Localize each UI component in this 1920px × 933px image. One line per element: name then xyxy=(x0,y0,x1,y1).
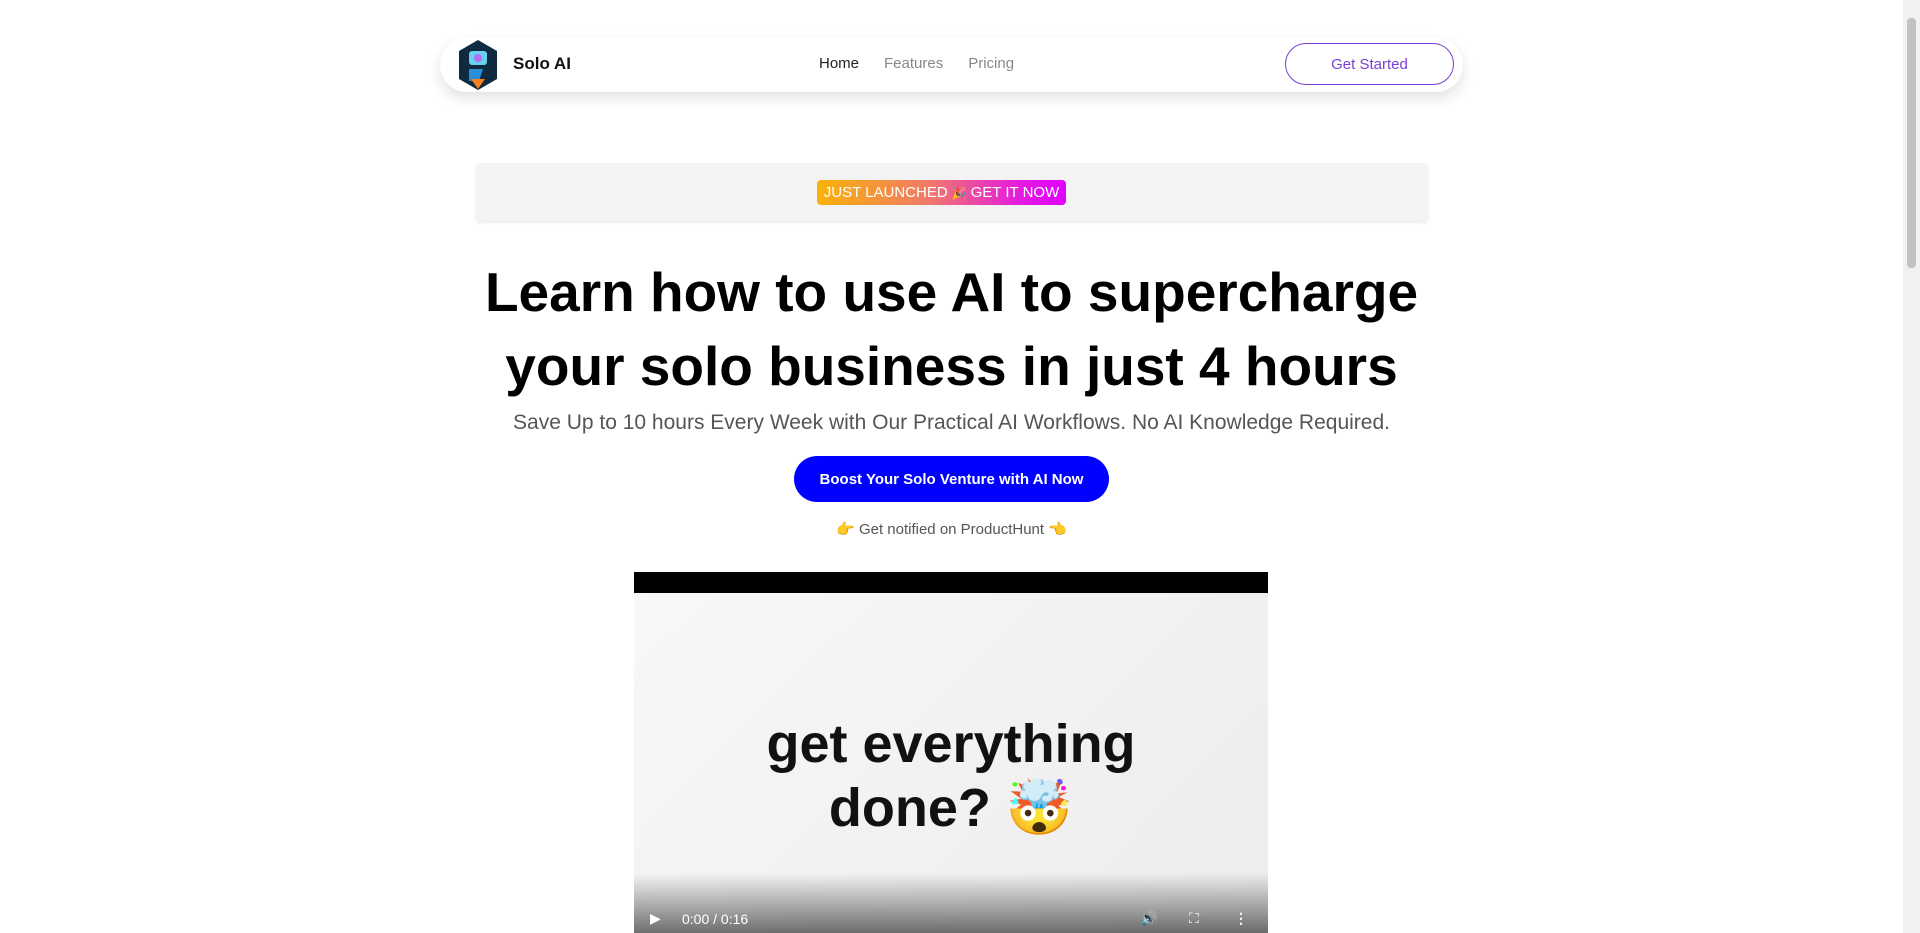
pointing-left-icon: 👈 xyxy=(1048,521,1067,538)
launch-banner: JUST LAUNCHED 🎉 GET IT NOW xyxy=(476,163,1428,221)
nav-link-pricing[interactable]: Pricing xyxy=(968,55,1014,72)
video-time: 0:00 / 0:16 xyxy=(682,911,749,927)
party-popper-icon: 🎉 xyxy=(951,185,967,200)
boost-cta-button[interactable]: Boost Your Solo Venture with AI Now xyxy=(794,456,1109,502)
launch-badge[interactable]: JUST LAUNCHED 🎉 GET IT NOW xyxy=(817,180,1066,205)
caption-line2: done? 🤯 xyxy=(828,778,1074,838)
nav-link-home[interactable]: Home xyxy=(819,55,859,72)
volume-icon[interactable]: 🔊 xyxy=(1140,910,1157,927)
notify-text: Get notified on ProductHunt xyxy=(858,521,1045,538)
video-controls: ▶ 0:00 / 0:16 🔊 ⛶ ⋮ xyxy=(634,873,1268,933)
producthunt-notify-link[interactable]: 👉 Get notified on ProductHunt 👈 xyxy=(440,520,1463,538)
hero-title-line1: Learn how to use AI to supercharge xyxy=(484,261,1419,323)
fullscreen-icon[interactable]: ⛶ xyxy=(1189,910,1199,927)
badge-left-text: JUST LAUNCHED xyxy=(823,184,948,201)
hero-title: Learn how to use AI to supercharge your s… xyxy=(440,255,1463,403)
nav-links: Home Features Pricing xyxy=(819,55,1014,72)
scrollbar-thumb[interactable] xyxy=(1907,18,1916,268)
hero-subtitle: Save Up to 10 hours Every Week with Our … xyxy=(513,411,1390,434)
promo-video[interactable]: get everything done? 🤯 ▶ 0:00 / 0:16 🔊 ⛶ … xyxy=(634,572,1268,933)
play-icon[interactable]: ▶ xyxy=(650,910,661,927)
page-scrollbar[interactable] xyxy=(1903,0,1920,933)
caption-line1: get everything xyxy=(766,714,1136,774)
get-started-button[interactable]: Get Started xyxy=(1285,43,1454,85)
badge-right-text: GET IT NOW xyxy=(970,184,1060,201)
hero-title-line2: your solo business in just 4 hours xyxy=(505,335,1398,397)
video-letterbox xyxy=(634,572,1268,593)
pointing-right-icon: 👉 xyxy=(836,521,855,538)
nav-link-features[interactable]: Features xyxy=(884,55,943,72)
solo-ai-logo-icon[interactable] xyxy=(457,39,499,91)
brand-name[interactable]: Solo AI xyxy=(513,54,571,74)
navbar: Solo AI Home Features Pricing Get Starte… xyxy=(440,38,1463,92)
video-caption: get everything done? 🤯 xyxy=(634,712,1268,840)
more-options-icon[interactable]: ⋮ xyxy=(1234,910,1248,927)
